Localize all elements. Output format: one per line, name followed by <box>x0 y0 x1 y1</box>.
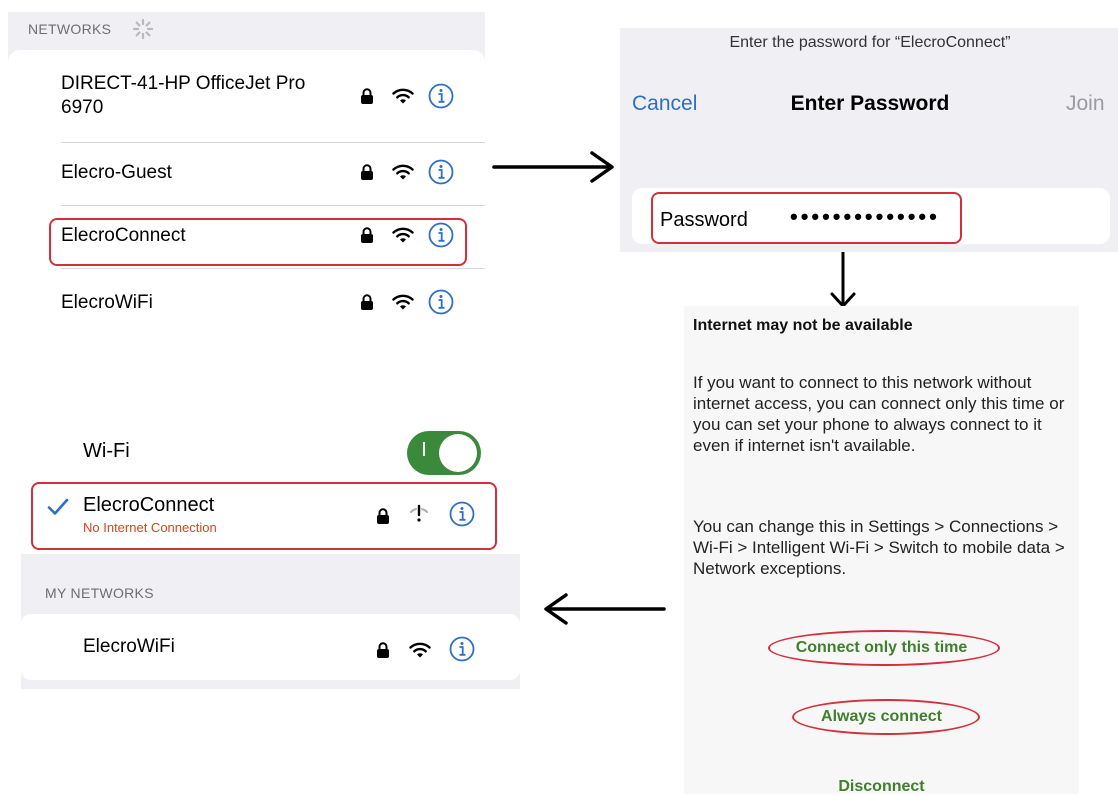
wifi-icon <box>392 294 414 310</box>
highlight-elecroconnect-row <box>49 218 467 266</box>
network-row[interactable]: ElecroWiFi <box>8 269 485 331</box>
highlight-password-field <box>651 192 962 244</box>
spinner-icon <box>132 18 154 40</box>
network-row[interactable]: Elecro-Guest <box>8 143 485 205</box>
wifi-settings-panel: Wi-Fi ElecroConnect No Internet Connecti… <box>21 424 520 689</box>
arrow-right <box>492 150 616 184</box>
password-title: Enter Password <box>790 92 950 115</box>
dialog-body: If you want to connect to this network w… <box>693 373 1065 455</box>
wifi-label: Wi-Fi <box>83 440 130 462</box>
network-list-card: DIRECT-41-HP OfficeJet Pro 6970 Elecro-G… <box>8 50 485 338</box>
info-icon[interactable] <box>428 83 454 109</box>
network-row[interactable]: DIRECT-41-HP OfficeJet Pro 6970 <box>8 50 485 142</box>
highlight-connect-once <box>768 630 1000 666</box>
wifi-icon <box>409 642 431 658</box>
networks-section-header: NETWORKS <box>28 21 112 37</box>
toggle-on-mark <box>423 442 425 456</box>
wifi-icon <box>392 164 414 180</box>
disconnect-button[interactable]: Disconnect <box>684 778 1079 796</box>
my-networks-header: MY NETWORKS <box>45 585 154 601</box>
highlight-always-connect <box>792 699 980 735</box>
wifi-icon <box>392 88 414 104</box>
network-name: ElecroWiFi <box>61 292 153 313</box>
dialog-settings-hint: You can change this in Settings > Connec… <box>693 517 1065 578</box>
lock-icon <box>361 88 373 104</box>
info-icon[interactable] <box>428 289 454 315</box>
arrow-left <box>540 591 668 627</box>
network-list-panel: NETWORKS DIRECT-41-HP OfficeJet Pro 6970… <box>8 12 485 338</box>
lock-icon <box>361 294 373 310</box>
network-name: DIRECT-41-HP OfficeJet Pro 6970 <box>61 73 306 118</box>
dialog-title: Internet may not be available <box>693 317 913 334</box>
info-icon[interactable] <box>449 636 475 662</box>
arrow-down <box>826 250 860 310</box>
highlight-connected-row <box>31 482 497 550</box>
network-name: Elecro-Guest <box>61 162 172 183</box>
password-prompt: Enter the password for “ElecroConnect” <box>729 34 1011 51</box>
lock-icon <box>377 642 389 658</box>
lock-icon <box>361 164 373 180</box>
join-button[interactable]: Join <box>1066 92 1105 116</box>
toggle-knob <box>439 434 477 472</box>
my-network-name: ElecroWiFi <box>83 636 175 657</box>
info-icon[interactable] <box>428 159 454 185</box>
